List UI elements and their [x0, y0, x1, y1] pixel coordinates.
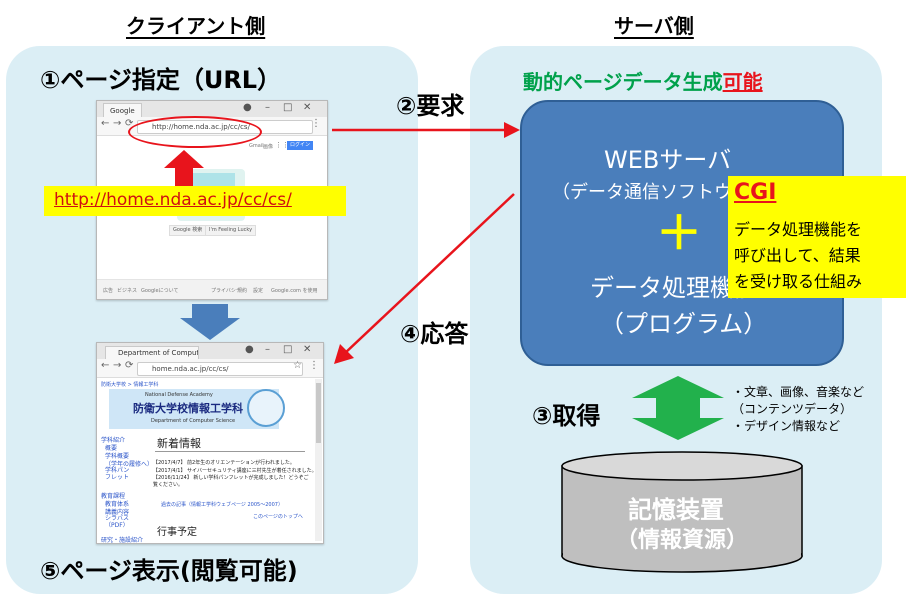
back-icon-2[interactable]: ← — [101, 360, 109, 371]
news-title: 新着情報 — [157, 437, 201, 450]
up-arrow-red — [164, 150, 204, 190]
browser-window-department: Department of Computer ● – □ ✕ ← → ⟳ hom… — [96, 342, 324, 544]
dynamic-page-possible: 可能 — [722, 70, 763, 94]
footer-ads[interactable]: 広告 — [103, 287, 113, 294]
reload-icon-2[interactable]: ⟳ — [125, 360, 133, 371]
star-icon[interactable]: ☆ — [293, 360, 302, 371]
footer-settings[interactable]: 設定 — [253, 287, 263, 294]
news-item-1: 【2017/4/7】 前2年生のオリエンテーションが行われました。 — [153, 460, 295, 466]
back-icon[interactable]: ← — [101, 118, 109, 129]
storage-title: 記憶装置 — [628, 496, 724, 524]
menu-icon[interactable]: ⋮ — [311, 118, 321, 129]
cgi-title: CGI — [734, 180, 777, 205]
feeling-lucky-button[interactable]: I'm Feeling Lucky — [205, 225, 257, 236]
footer-google-com[interactable]: Google.com を使用 — [271, 287, 318, 294]
maximize-icon[interactable]: □ — [283, 102, 292, 113]
news-divider — [155, 451, 305, 452]
server-heading: サーバ側 — [614, 14, 694, 38]
request-arrow — [332, 122, 520, 138]
events-title: 行事予定 — [157, 527, 197, 538]
menu-icon-2[interactable]: ⋮ — [309, 360, 319, 371]
news-archive-link[interactable]: 過去の記事（情報工学科ウェブページ 2005～2007） — [161, 501, 283, 508]
nav-bar-2: ← → ⟳ home.nda.ac.jp/cc/cs/ ☆ ⋮ — [97, 359, 323, 378]
plus-sign: ＋ — [656, 206, 702, 260]
sidebar-item-pamphlet[interactable]: 学科パンフレット — [105, 467, 133, 481]
forward-icon[interactable]: → — [113, 118, 121, 129]
banner-en2: Department of Computer Science — [151, 418, 236, 424]
address-bar-2[interactable]: home.nda.ac.jp/cc/cs/ — [137, 362, 303, 376]
scrollbar-thumb[interactable] — [316, 383, 321, 443]
cgi-line-3: を受け取る仕組み — [734, 272, 863, 291]
sidebar-item-research[interactable]: 研究・施設紹介 — [101, 535, 143, 543]
account-icon-2[interactable]: ● — [245, 344, 254, 355]
acquire-note-3: ・デザイン情報など — [732, 419, 841, 433]
request-label: ②要求 — [396, 92, 465, 120]
down-arrow-blue — [180, 304, 240, 340]
acquire-label: ③取得 — [532, 402, 601, 430]
acquire-note-2: （コンテンツデータ） — [732, 402, 853, 416]
step1-label: ①ページ指定（URL） — [40, 66, 282, 94]
emblem-icon — [247, 389, 285, 427]
breadcrumb[interactable]: 防衛大学校 > 情報工学科 — [101, 381, 158, 388]
data-processing-subtitle: （プログラム） — [600, 310, 768, 338]
step5-label: ⑤ページ表示(閲覧可能) — [40, 557, 298, 585]
page-top-link[interactable]: このページのトップへ — [253, 513, 303, 520]
tab-department[interactable]: Department of Computer — [105, 346, 199, 360]
news-item-2: 【2017/4/1】 サイバーセキュリティ講座に三村先生が着任されました。 — [153, 468, 317, 474]
tab-bar-2: Department of Computer ● – □ ✕ — [97, 343, 323, 360]
storage-subtitle: （情報資源） — [616, 528, 749, 553]
acquire-note-1: ・文章、画像、音楽など — [732, 385, 865, 399]
sidebar-item-syllabus[interactable]: シラバス（PDF） — [105, 515, 133, 529]
dynamic-page-text: 動的ページデータ生成 — [523, 70, 723, 94]
tab-bar: Google ● – □ ✕ — [97, 101, 327, 118]
maximize-icon-2[interactable]: □ — [283, 344, 292, 355]
close-icon[interactable]: ✕ — [303, 102, 311, 113]
dynamic-page-label: 動的ページデータ生成可能 — [523, 66, 763, 95]
google-search-button[interactable]: Google 検索 — [169, 225, 207, 236]
cgi-line-1: データ処理機能を — [734, 220, 863, 239]
url-label: http://home.nda.ac.jp/cc/cs/ — [54, 190, 292, 210]
minimize-icon[interactable]: – — [265, 102, 270, 113]
address-highlight-ellipse — [128, 116, 262, 148]
cgi-line-2: 呼び出して、結果 — [734, 246, 861, 265]
scrollbar[interactable] — [315, 379, 322, 541]
response-label: ④応答 — [400, 320, 469, 348]
account-icon[interactable]: ● — [243, 102, 252, 113]
banner-en1: National Defense Academy — [145, 392, 213, 398]
tab-google[interactable]: Google — [103, 103, 142, 118]
footer-terms[interactable]: 規約 — [237, 287, 247, 294]
signin-button[interactable]: ログイン — [287, 141, 314, 150]
banner-jp: 防衛大学校情報工学科 — [133, 402, 243, 415]
client-heading: クライアント側 — [126, 14, 266, 38]
forward-icon-2[interactable]: → — [113, 360, 121, 371]
gmail-link[interactable]: Gmail — [249, 143, 264, 149]
footer-about[interactable]: Googleについて — [141, 287, 178, 294]
acquire-arrow-green — [632, 376, 724, 440]
images-link[interactable]: 画像 — [263, 143, 273, 150]
close-icon-2[interactable]: ✕ — [303, 344, 311, 355]
minimize-icon-2[interactable]: – — [265, 344, 270, 355]
web-server-title: WEBサーバ — [604, 146, 732, 174]
footer-business[interactable]: ビジネス — [117, 287, 137, 294]
news-item-3: 【2016/11/24】 新しい学科パンフレットが完成しました！どうぞご覧くださ… — [153, 475, 309, 488]
